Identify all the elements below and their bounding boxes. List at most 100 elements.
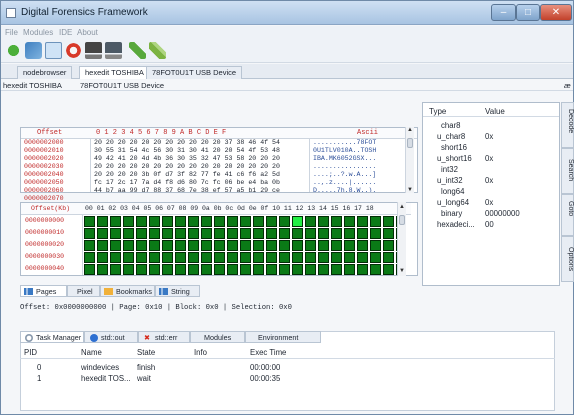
block-cell[interactable] [201,252,212,263]
block-scroll-down-icon[interactable]: ▼ [398,268,406,274]
block-cell[interactable] [305,264,316,275]
block-cell[interactable] [136,216,147,227]
block-cell[interactable] [240,252,251,263]
tab-hexedit[interactable]: hexedit TOSHIBA [79,66,150,79]
decode-row[interactable]: int32 [423,164,559,175]
block-cell[interactable] [227,228,238,239]
block-cell[interactable] [201,240,212,251]
block-cell[interactable] [370,264,381,275]
add-icon[interactable] [5,42,22,59]
decode-row[interactable]: u_int32 0x [423,175,559,186]
menu-ide[interactable]: IDE [59,28,72,37]
block-cell[interactable] [370,216,381,227]
block-cell[interactable] [162,240,173,251]
block-cell[interactable] [253,264,264,275]
block-cell[interactable] [370,252,381,263]
tab-pages[interactable]: Pages [20,285,67,297]
block-cell[interactable] [188,264,199,275]
minimize-button[interactable]: – [491,4,516,21]
block-cell[interactable] [370,228,381,239]
block-cell[interactable] [344,252,355,263]
block-cell[interactable] [344,216,355,227]
tab-bookmarks[interactable]: Bookmarks [100,285,155,297]
table-row[interactable]: 0 windevices finish 00:00:00 [20,362,555,373]
menu-modules[interactable]: Modules [23,28,53,37]
decode-row[interactable]: char8 [423,120,559,131]
hex-bytes-column[interactable]: 20 20 20 20 20 20 20 20 20 20 20 37 38 4… [94,139,310,192]
block-cell[interactable] [305,216,316,227]
block-cell[interactable] [266,264,277,275]
block-cell-selected[interactable] [292,216,303,227]
block-cell[interactable] [188,216,199,227]
shell-icon[interactable] [149,42,166,59]
block-cell[interactable] [383,228,394,239]
block-cell[interactable] [318,216,329,227]
hex-ascii-row[interactable]: ................ [313,163,417,171]
tab-environment[interactable]: Environment [245,331,321,343]
hex-ascii-row[interactable]: ....;..?.w.A...] [313,171,417,179]
block-cell[interactable] [84,240,95,251]
decode-row[interactable]: short16 [423,142,559,153]
block-cell[interactable] [253,240,264,251]
hex-byte-row[interactable]: 20 20 20 20 3b 0f d7 3f 82 77 fe 41 c6 f… [94,171,309,179]
block-cell[interactable] [344,264,355,275]
block-cell[interactable] [305,240,316,251]
block-cell[interactable] [110,264,121,275]
block-cell[interactable] [136,228,147,239]
block-cell[interactable] [188,240,199,251]
block-cell[interactable] [110,252,121,263]
block-cell[interactable] [162,216,173,227]
tab-modules[interactable]: Modules [190,331,245,343]
block-cell[interactable] [292,240,303,251]
block-cell[interactable] [188,228,199,239]
block-cell[interactable] [123,216,134,227]
block-cell[interactable] [240,240,251,251]
block-cell[interactable] [175,252,186,263]
block-cell[interactable] [123,264,134,275]
block-cell[interactable] [97,240,108,251]
devices-icon[interactable] [25,42,42,59]
hex-ascii-column[interactable]: ...........78FOT 0U1TLV010A..TOSH IBA.MK60… [313,139,417,192]
block-cell[interactable] [253,252,264,263]
block-cell[interactable] [279,252,290,263]
module-icon[interactable] [129,42,146,59]
block-cell[interactable] [97,252,108,263]
block-cell[interactable] [123,228,134,239]
block-cell[interactable] [149,216,160,227]
block-cell[interactable] [331,228,342,239]
block-cell[interactable] [305,252,316,263]
block-cell[interactable] [149,264,160,275]
monitor-alt-icon[interactable] [105,42,122,59]
side-tab-goto[interactable]: Goto [561,194,574,236]
block-cell[interactable] [149,228,160,239]
block-cell[interactable] [240,228,251,239]
block-scroll-up-icon[interactable]: ▲ [398,204,406,210]
block-cell[interactable] [201,264,212,275]
block-cell[interactable] [331,216,342,227]
hex-byte-row[interactable]: 49 42 41 20 4d 4b 36 30 35 32 47 53 58 2… [94,155,309,163]
block-cell[interactable] [162,228,173,239]
tab-pixel[interactable]: Pixel [67,285,100,297]
block-cell[interactable] [136,252,147,263]
block-cell[interactable] [110,228,121,239]
hex-ascii-row[interactable]: IBA.MK6052GSX... [313,155,417,163]
side-tab-search[interactable]: Search [561,148,574,194]
block-cell[interactable] [123,240,134,251]
block-cell[interactable] [162,252,173,263]
block-cell[interactable] [97,264,108,275]
tab-stdout[interactable]: std::out [84,331,138,343]
block-cell[interactable] [188,252,199,263]
decode-row[interactable]: u_char8 0x [423,131,559,142]
block-cell[interactable] [110,216,121,227]
block-cell[interactable] [383,264,394,275]
tab-stderr[interactable]: ✖ std::err [138,331,190,343]
block-cell[interactable] [357,216,368,227]
block-cell[interactable] [318,240,329,251]
block-cell[interactable] [357,264,368,275]
menu-file[interactable]: File [5,28,18,37]
hex-byte-row[interactable]: fc 17 2c 17 7a d4 f8 d6 80 7c fc 06 be e… [94,179,309,187]
block-cell[interactable] [357,252,368,263]
block-view[interactable]: Offset(Kb) 00 01 02 03 04 05 06 07 08 09… [20,202,418,276]
block-cell[interactable] [292,252,303,263]
decode-row[interactable]: hexadeci... 00 [423,219,559,230]
